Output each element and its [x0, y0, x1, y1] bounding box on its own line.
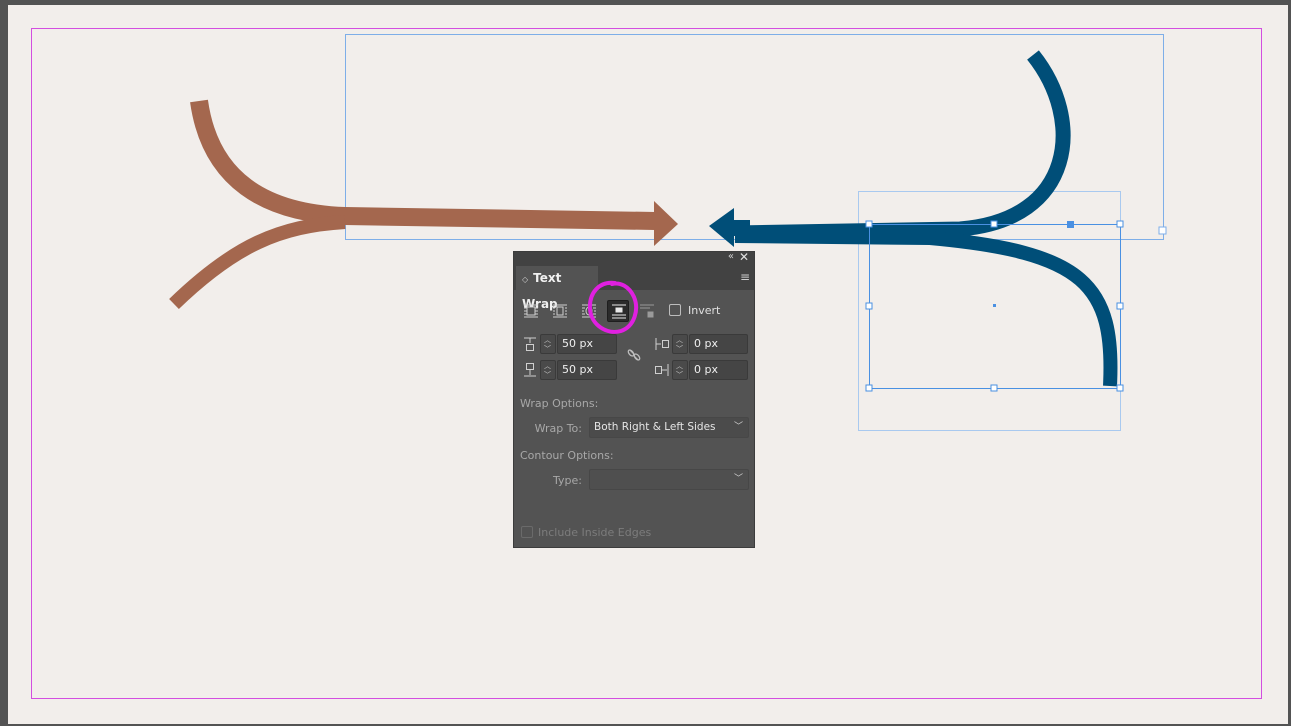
right-offset-icon	[655, 364, 669, 376]
wrap-options-label: Wrap Options:	[520, 397, 599, 410]
selection-handle	[865, 302, 873, 310]
invert-checkbox[interactable]	[669, 304, 681, 316]
include-inside-edges-label: Include Inside Edges	[538, 526, 652, 539]
wrap-to-label: Wrap To:	[534, 422, 582, 435]
bottom-offset-input[interactable]: 50 px	[557, 360, 617, 380]
right-offset-stepper[interactable]: ︿ ﹀	[672, 360, 688, 380]
selection-center-point	[993, 304, 996, 307]
selection-handle	[1116, 220, 1124, 228]
type-label: Type:	[553, 474, 582, 487]
content-grabber-handle	[1067, 221, 1074, 228]
collapse-panel-icon[interactable]: «	[728, 251, 734, 262]
wrap-to-select[interactable]: Both Right & Left Sides ﹀	[589, 417, 749, 438]
left-offset-icon	[655, 338, 669, 350]
selection-handle	[1116, 384, 1124, 392]
invert-label: Invert	[688, 304, 721, 317]
panel-menu-icon[interactable]: ≡	[740, 270, 750, 284]
text-frame-overset-handle[interactable]	[1158, 226, 1167, 235]
left-offset-stepper[interactable]: ︿ ﹀	[672, 334, 688, 354]
highlight-annotation-circle	[587, 280, 639, 334]
contour-options-label: Contour Options:	[520, 449, 614, 462]
selection-handle	[990, 220, 998, 228]
chevron-down-icon: ﹀	[733, 474, 743, 484]
left-offset-input[interactable]: 0 px	[689, 334, 748, 354]
selection-handle	[990, 384, 998, 392]
include-inside-edges-checkbox[interactable]	[521, 526, 533, 538]
top-offset-icon	[524, 337, 536, 351]
blue-arrow-graphic[interactable]	[709, 50, 1118, 387]
selection-handle	[865, 220, 873, 228]
no-wrap-icon	[524, 304, 538, 318]
top-offset-stepper[interactable]: ︿ ﹀	[540, 334, 556, 354]
bottom-offset-stepper[interactable]: ︿ ﹀	[540, 360, 556, 380]
bottom-offset-icon	[524, 363, 536, 377]
top-offset-input[interactable]: 50 px	[557, 334, 617, 354]
right-offset-input[interactable]: 0 px	[689, 360, 748, 380]
wrap-around-bounding-box-icon	[553, 304, 567, 318]
selection-handle	[865, 384, 873, 392]
no-wrap-button[interactable]	[520, 300, 542, 322]
text-wrap-panel[interactable]: « ✕ ◇ Text Wrap ≡ Invert ︿ ﹀ 50 px ︿ ﹀ 5…	[513, 250, 755, 548]
wrap-to-value: Both Right & Left Sides	[594, 421, 716, 433]
chain-link-icon[interactable]	[626, 347, 642, 363]
chevron-down-icon: ﹀	[733, 422, 743, 432]
wrap-around-bounding-box-button[interactable]	[549, 300, 571, 322]
panel-options-toggle-icon[interactable]: ◇	[522, 275, 528, 284]
selection-handle	[1116, 302, 1124, 310]
panel-title-bar[interactable]: « ✕	[514, 250, 754, 266]
close-panel-icon[interactable]: ✕	[739, 250, 749, 264]
contour-type-select[interactable]: ﹀	[589, 469, 749, 490]
